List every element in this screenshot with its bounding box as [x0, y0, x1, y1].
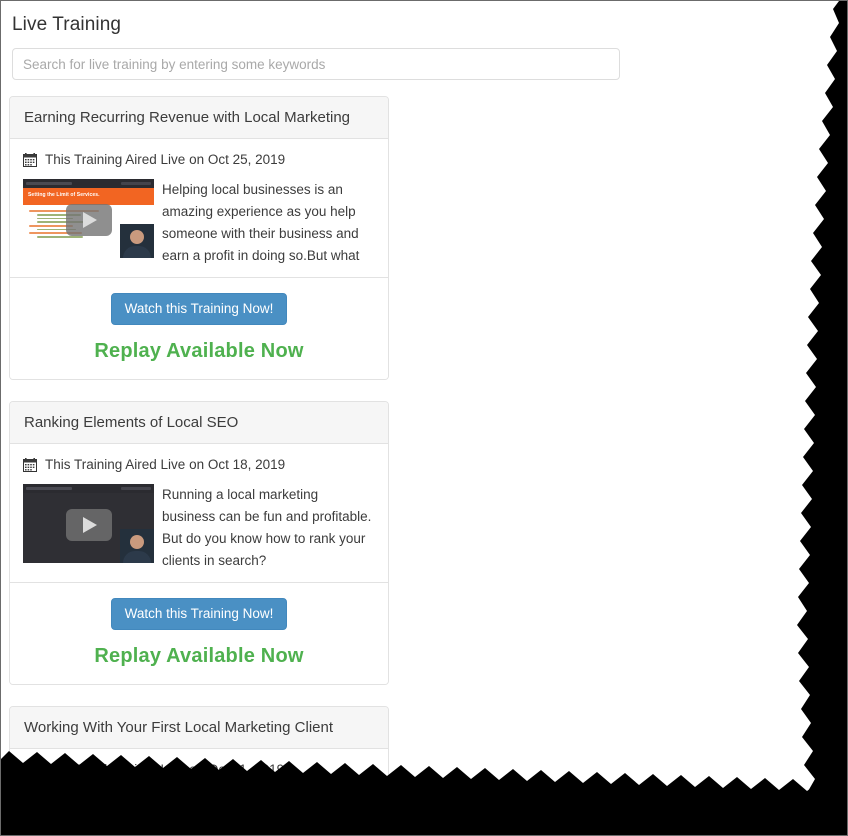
watch-training-button[interactable]: Watch this Training Now! — [110, 293, 288, 325]
search-container — [1, 37, 847, 80]
presenter-webcam — [120, 529, 154, 563]
browser-chrome-bar — [23, 789, 154, 798]
video-thumbnail[interactable] — [23, 484, 154, 563]
screenshot-root: Live Training Earning Recurring Revenue … — [0, 0, 848, 836]
play-icon[interactable] — [65, 814, 112, 835]
watch-training-button[interactable]: Watch this Training Now! — [110, 598, 288, 630]
aired-line: This Training Aired Live on Oct 11, 2019 — [23, 761, 375, 779]
card-body: This Training Aired Live on Oct 25, 2019… — [10, 139, 388, 277]
card-description: You've started a Local Marketing Busines… — [162, 792, 357, 829]
search-input[interactable] — [12, 48, 620, 80]
browser-chrome-bar — [23, 484, 154, 493]
card-description: Running a local marketing business can b… — [162, 487, 372, 568]
card-media: Determining Your Local SEO priorities Yo… — [23, 789, 375, 835]
browser-chrome-bar — [23, 179, 154, 188]
card-title: Ranking Elements of Local SEO — [24, 414, 239, 431]
training-card-grid: Earning Recurring Revenue with Local Mar… — [1, 80, 801, 835]
card-panel: Earning Recurring Revenue with Local Mar… — [9, 96, 389, 380]
replay-status: Replay Available Now — [94, 645, 304, 667]
calendar-icon — [23, 458, 37, 472]
live-training-page: Live Training Earning Recurring Revenue … — [1, 1, 847, 835]
card-body: This Training Aired Live on Oct 11, 2019… — [10, 749, 388, 835]
card-header: Earning Recurring Revenue with Local Mar… — [10, 97, 388, 139]
slide-title-band: Determining Your Local SEO priorities — [23, 798, 154, 815]
training-card: Earning Recurring Revenue with Local Mar… — [9, 96, 389, 380]
card-description: Helping local businesses is an amazing e… — [162, 182, 360, 263]
training-card: Working With Your First Local Marketing … — [9, 706, 389, 835]
card-footer: Watch this Training Now! Replay Availabl… — [10, 277, 388, 379]
page-title: Live Training — [12, 14, 122, 35]
card-title: Working With Your First Local Marketing … — [24, 719, 334, 736]
aired-line: This Training Aired Live on Oct 25, 2019 — [23, 151, 375, 169]
card-header: Ranking Elements of Local SEO — [10, 402, 388, 444]
video-thumbnail[interactable]: Determining Your Local SEO priorities — [23, 789, 154, 835]
card-footer: Watch this Training Now! Replay Availabl… — [10, 582, 388, 684]
card-panel: Working With Your First Local Marketing … — [9, 706, 389, 835]
video-thumbnail[interactable]: Setting the Limit of Services. — [23, 179, 154, 258]
replay-status: Replay Available Now — [94, 340, 304, 362]
card-header: Working With Your First Local Marketing … — [10, 707, 388, 749]
card-media: Setting the Limit of Services. Helping l… — [23, 179, 375, 267]
training-card: Ranking Elements of Local SEO This Train… — [9, 401, 389, 685]
aired-text: This Training Aired Live on Oct 25, 2019 — [45, 152, 286, 167]
aired-text: This Training Aired Live on Oct 18, 2019 — [45, 457, 286, 472]
calendar-icon — [23, 153, 37, 167]
slide-heading: Setting the Limit of Services. — [28, 192, 100, 198]
presenter-webcam — [120, 224, 154, 258]
aired-text: This Training Aired Live on Oct 11, 2019 — [45, 762, 285, 777]
slide-heading: Determining Your Local SEO priorities — [28, 802, 123, 808]
calendar-icon — [23, 763, 37, 777]
card-title: Earning Recurring Revenue with Local Mar… — [24, 109, 351, 126]
play-icon[interactable] — [65, 509, 112, 542]
card-body: This Training Aired Live on Oct 18, 2019 — [10, 444, 388, 582]
card-panel: Ranking Elements of Local SEO This Train… — [9, 401, 389, 685]
slide-title-band: Setting the Limit of Services. — [23, 188, 154, 205]
card-media: Running a local marketing business can b… — [23, 484, 375, 572]
aired-line: This Training Aired Live on Oct 18, 2019 — [23, 456, 375, 474]
play-icon[interactable] — [65, 204, 112, 237]
